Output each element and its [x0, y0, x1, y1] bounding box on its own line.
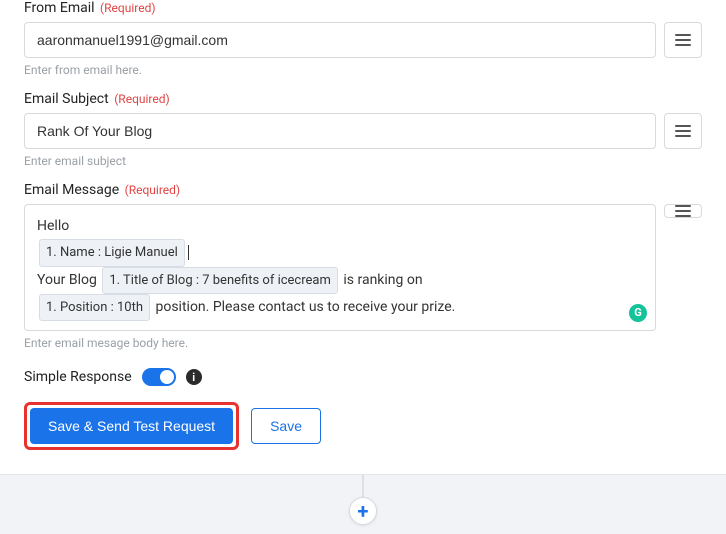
field-subject: Email Subject (Required) Enter email sub… — [24, 91, 702, 168]
token-title[interactable]: 1. Title of Blog : 7 benefits of icecrea… — [102, 267, 338, 294]
message-editor[interactable]: Hello 1. Name : Ligie Manuel Your Blog 1… — [24, 204, 656, 331]
field-message: Email Message (Required) Hello 1. Name :… — [24, 182, 702, 350]
required-tag: (Required) — [114, 92, 169, 106]
required-tag: (Required) — [100, 1, 155, 15]
simple-response-toggle[interactable] — [142, 368, 176, 386]
input-row: Hello 1. Name : Ligie Manuel Your Blog 1… — [24, 204, 702, 331]
hamburger-icon — [675, 125, 691, 137]
simple-response-label: Simple Response — [24, 369, 132, 385]
highlight-annotation: Save & Send Test Request — [24, 402, 239, 450]
bottom-connector-area: + — [0, 474, 726, 534]
button-row: Save & Send Test Request Save — [24, 402, 702, 450]
form-container: From Email (Required) Enter from email h… — [0, 0, 726, 474]
text-cursor — [188, 245, 189, 260]
simple-response-row: Simple Response i — [24, 368, 702, 386]
subject-label: Email Subject (Required) — [24, 91, 702, 107]
message-label: Email Message (Required) — [24, 182, 702, 198]
from-email-helper: Enter from email here. — [24, 63, 702, 77]
message-text-ranking: is ranking on — [343, 272, 422, 288]
subject-options-button[interactable] — [664, 113, 702, 149]
message-text-yourblog: Your Blog — [37, 272, 97, 288]
field-from-email: From Email (Required) Enter from email h… — [24, 0, 702, 77]
connector-line — [363, 475, 364, 499]
from-email-options-button[interactable] — [664, 22, 702, 58]
message-text-hello: Hello — [37, 218, 69, 234]
input-row — [24, 22, 702, 58]
add-step-button[interactable]: + — [349, 497, 377, 525]
required-tag: (Required) — [125, 183, 180, 197]
message-options-button[interactable] — [664, 204, 702, 218]
message-helper: Enter email mesage body here. — [24, 336, 702, 350]
label-text: From Email — [24, 0, 95, 16]
save-send-test-button[interactable]: Save & Send Test Request — [30, 408, 233, 444]
hamburger-icon — [675, 205, 691, 217]
info-icon[interactable]: i — [186, 369, 202, 385]
input-row — [24, 113, 702, 149]
token-name[interactable]: 1. Name : Ligie Manuel — [39, 239, 185, 266]
hamburger-icon — [675, 34, 691, 46]
subject-helper: Enter email subject — [24, 154, 702, 168]
label-text: Email Subject — [24, 91, 109, 107]
from-email-label: From Email (Required) — [24, 0, 702, 16]
token-position[interactable]: 1. Position : 10th — [39, 294, 150, 321]
from-email-input[interactable] — [24, 22, 656, 58]
subject-input[interactable] — [24, 113, 656, 149]
save-button[interactable]: Save — [251, 408, 321, 444]
message-text-contact: position. Please contact us to receive y… — [155, 299, 455, 315]
label-text: Email Message — [24, 182, 119, 198]
grammarly-icon[interactable]: G — [629, 304, 647, 322]
